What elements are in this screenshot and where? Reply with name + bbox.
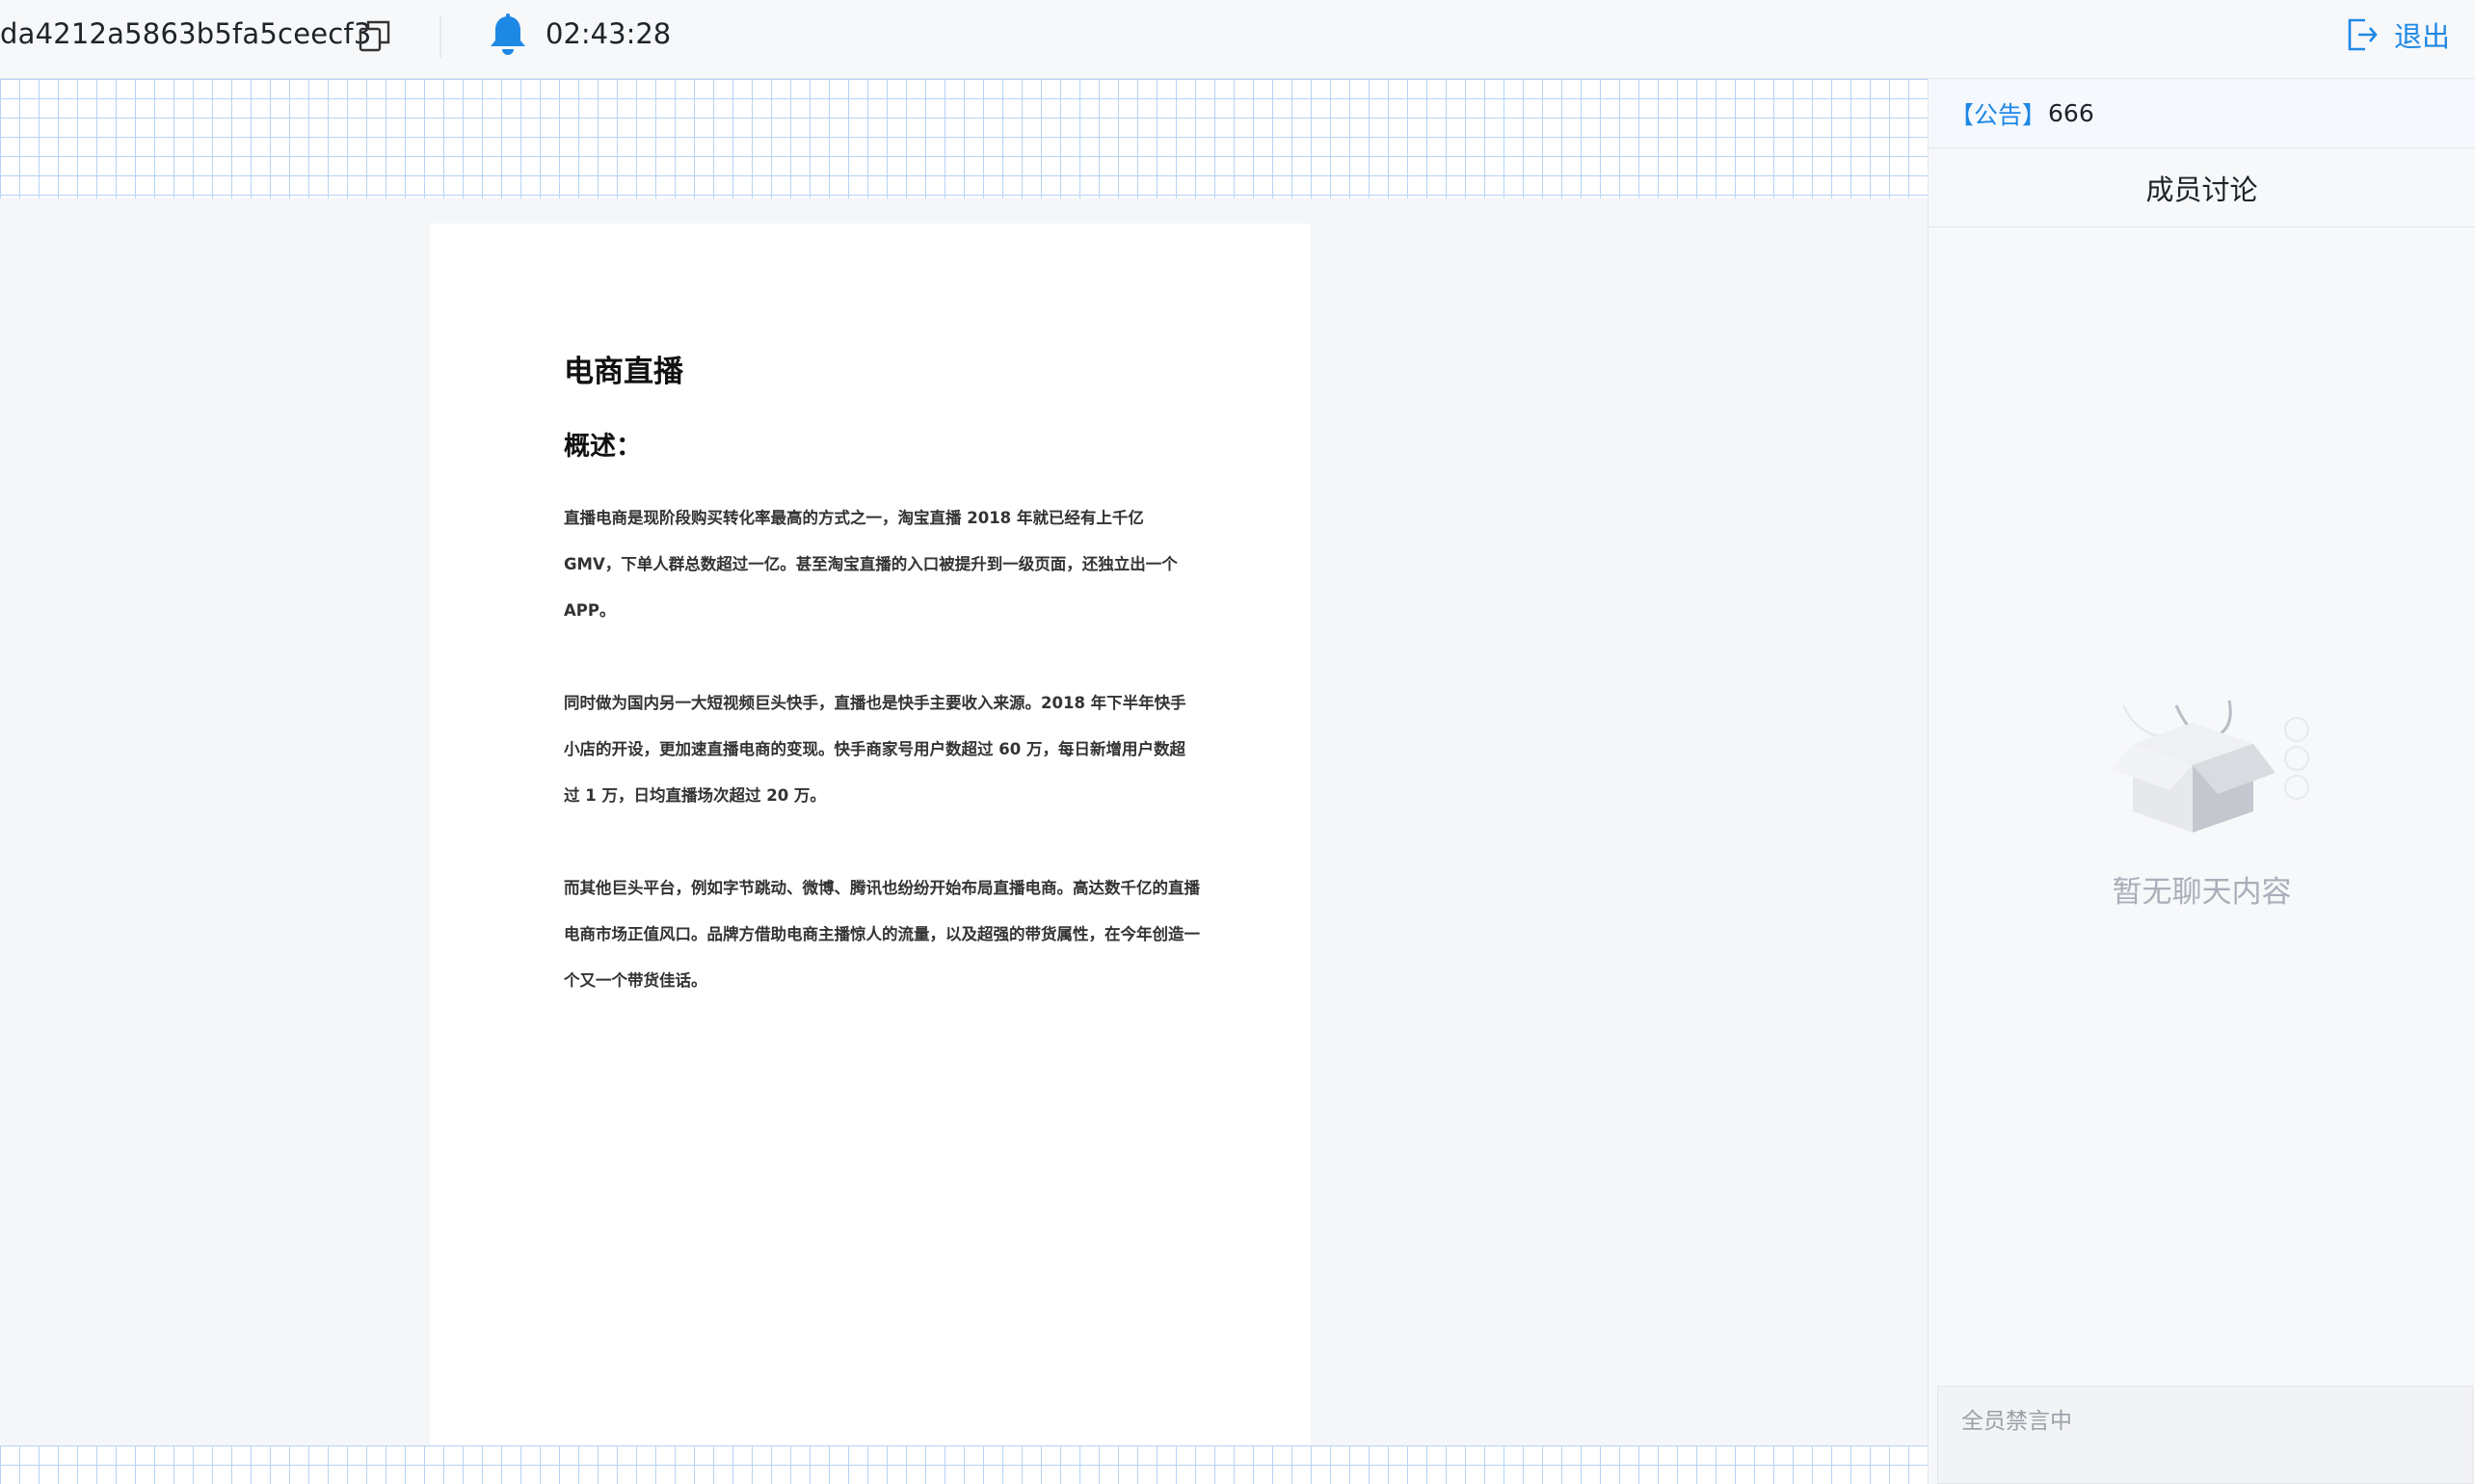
- top-bar: da4212a5863b5fa5ceecf3 02:43:28 退出: [0, 0, 2475, 79]
- session-timer: 02:43:28: [546, 17, 672, 50]
- grid-background-bottom: [0, 1445, 1928, 1484]
- empty-chat-text: 暂无聊天内容: [2112, 875, 2292, 910]
- header-divider: [439, 15, 441, 58]
- panel-title: 成员讨论: [1929, 148, 2475, 227]
- whiteboard-stage[interactable]: 电商直播 概述： 直播电商是现阶段购买转化率最高的方式之一，淘宝直播 2018 …: [0, 79, 1928, 1484]
- document-subtitle: 概述：: [564, 432, 642, 462]
- announcement-tag: 【公告】: [1950, 100, 2047, 129]
- bell-icon[interactable]: [488, 13, 528, 56]
- document-paragraph: 直播电商是现阶段购买转化率最高的方式之一，淘宝直播 2018 年就已经有上千亿 …: [564, 509, 1178, 620]
- room-id: da4212a5863b5fa5ceecf3: [0, 17, 372, 50]
- grid-background-top: [0, 79, 1928, 199]
- document-page: 电商直播 概述： 直播电商是现阶段购买转化率最高的方式之一，淘宝直播 2018 …: [430, 224, 1311, 1445]
- discussion-panel: 【公告】 666 成员讨论 暂无聊天内容 全员禁言中: [1928, 79, 2475, 1484]
- document-paragraph: 同时做为国内另一大短视频巨头快手，直播也是快手主要收入来源。2018 年下半年快…: [564, 694, 1186, 805]
- copy-icon[interactable]: [359, 19, 391, 52]
- logout-label: 退出: [2394, 20, 2451, 53]
- logout-icon: [2348, 18, 2378, 51]
- logout-button[interactable]: 退出: [2346, 13, 2450, 56]
- document-title: 电商直播: [564, 355, 683, 389]
- empty-box-icon: [2112, 700, 2309, 833]
- announcement-text: 666: [2048, 99, 2094, 127]
- announcement-bar: 【公告】 666: [1929, 79, 2475, 148]
- document-paragraph: 而其他巨头平台，例如字节跳动、微博、腾讯也纷纷开始布局直播电商。高达数千亿的直播…: [564, 879, 1200, 990]
- chat-input-disabled[interactable]: 全员禁言中: [1937, 1386, 2473, 1484]
